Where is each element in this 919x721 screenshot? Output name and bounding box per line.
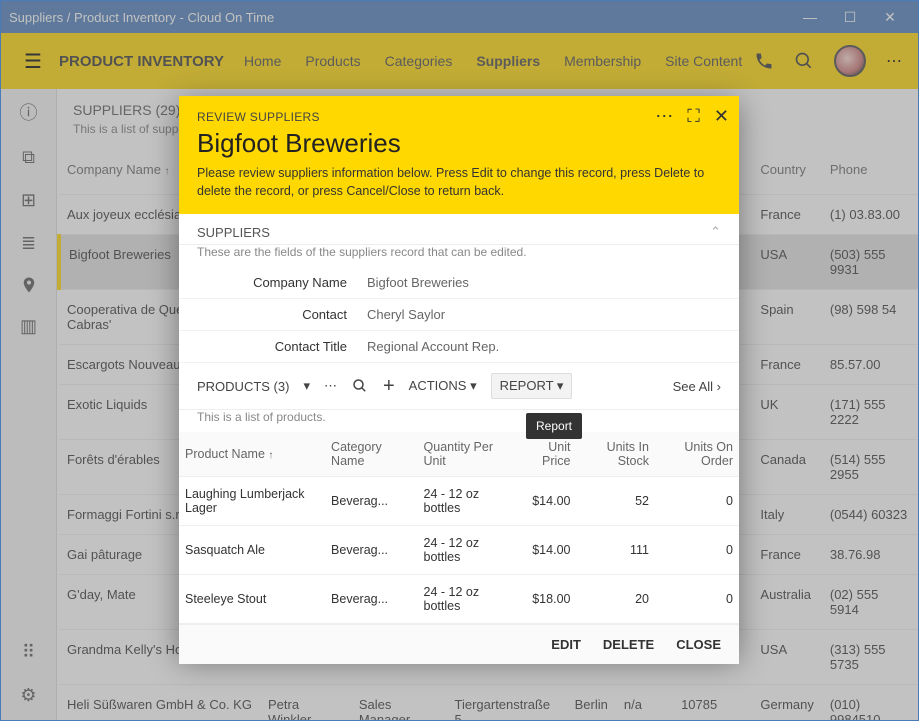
section-desc: These are the fields of the suppliers re… <box>179 245 739 267</box>
col-header[interactable]: Units In Stock <box>576 432 655 477</box>
close-icon[interactable]: ✕ <box>714 106 729 127</box>
more-icon[interactable]: ⋯ <box>324 378 337 394</box>
col-header[interactable]: Category Name <box>325 432 417 477</box>
products-desc: This is a list of products. <box>179 410 739 432</box>
actions-button[interactable]: ACTIONS ▾ <box>409 378 477 394</box>
section-header[interactable]: SUPPLIERS ⌃ <box>179 214 739 245</box>
form-row: Contact TitleRegional Account Rep. <box>179 331 739 363</box>
search-icon[interactable] <box>351 377 369 395</box>
col-header[interactable]: Quantity Per Unit <box>418 432 514 477</box>
add-icon[interactable]: + <box>383 375 395 398</box>
collapse-icon[interactable]: ⌃ <box>710 224 721 240</box>
modal-hint: Please review suppliers information belo… <box>197 165 721 200</box>
col-header[interactable]: Product Name ↑ <box>179 432 325 477</box>
form-row: ContactCheryl Saylor <box>179 299 739 331</box>
supplier-modal: ⋯ ⛶ ✕ REVIEW SUPPLIERS Bigfoot Breweries… <box>179 96 739 656</box>
products-toolbar: PRODUCTS (3) ▾ ⋯ + ACTIONS ▾ REPORT ▾ Se… <box>179 363 739 410</box>
modal-more-icon[interactable]: ⋯ <box>655 106 673 127</box>
delete-button[interactable]: DELETE <box>603 637 654 652</box>
col-header[interactable]: Units On Order <box>655 432 739 477</box>
table-row[interactable]: Sasquatch AleBeverag...24 - 12 oz bottle… <box>179 526 739 575</box>
table-row[interactable]: Laughing Lumberjack LagerBeverag...24 - … <box>179 477 739 526</box>
see-all-link[interactable]: See All › <box>673 379 721 394</box>
close-button[interactable]: CLOSE <box>676 637 721 652</box>
report-tooltip: Report <box>526 413 582 439</box>
edit-button[interactable]: EDIT <box>551 637 581 652</box>
report-button[interactable]: REPORT ▾ <box>491 373 573 399</box>
products-title[interactable]: PRODUCTS (3) <box>197 379 289 394</box>
fullscreen-icon[interactable]: ⛶ <box>687 106 700 127</box>
modal-footer: EDIT DELETE CLOSE <box>179 624 739 664</box>
form-row: Company NameBigfoot Breweries <box>179 267 739 299</box>
chevron-down-icon[interactable]: ▾ <box>303 378 310 394</box>
modal-subtitle: REVIEW SUPPLIERS <box>197 110 721 124</box>
table-row[interactable]: Steeleye StoutBeverag...24 - 12 oz bottl… <box>179 575 739 624</box>
modal-title: Bigfoot Breweries <box>197 128 721 159</box>
products-table: Product Name ↑Category NameQuantity Per … <box>179 432 739 624</box>
modal-header: ⋯ ⛶ ✕ REVIEW SUPPLIERS Bigfoot Breweries… <box>179 96 739 214</box>
